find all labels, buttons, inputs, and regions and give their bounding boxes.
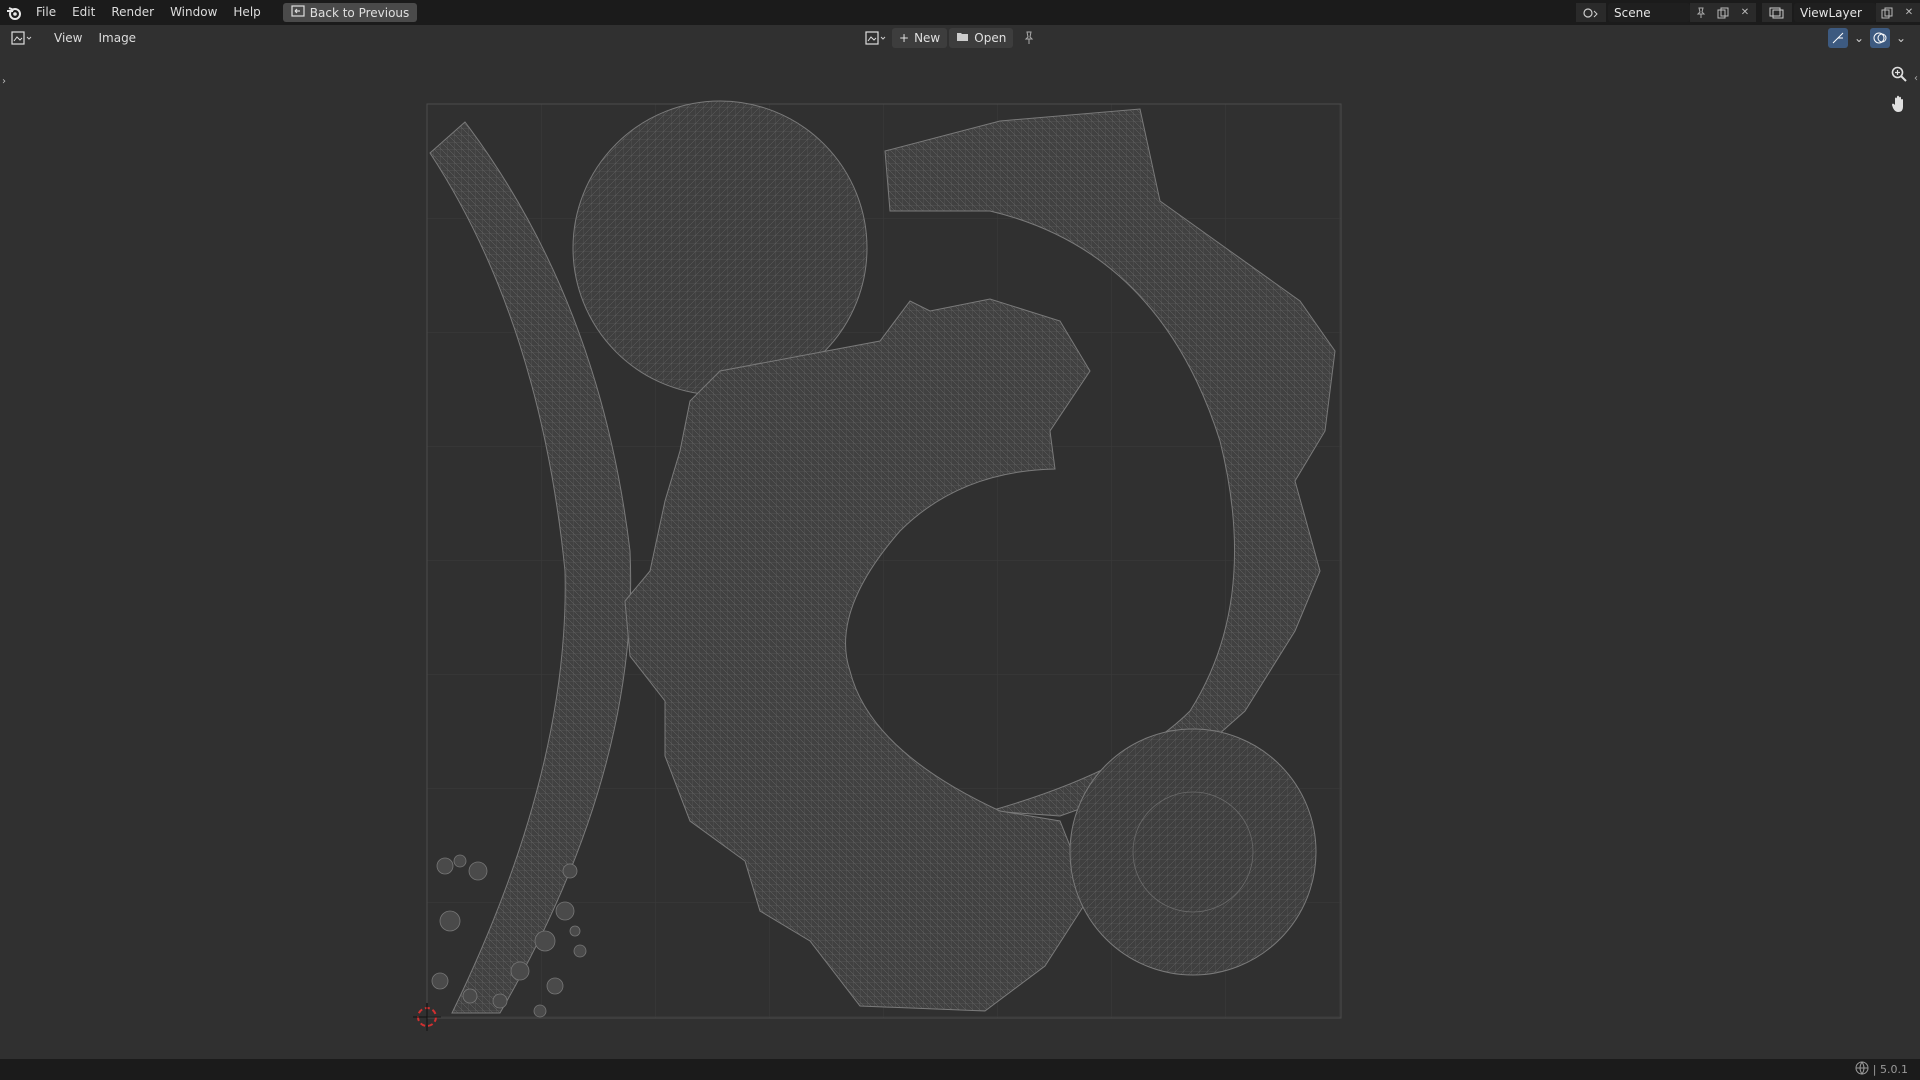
plus-icon: + [899, 31, 910, 45]
image-tools: + New Open [862, 28, 1043, 48]
blender-logo-icon[interactable] [0, 0, 28, 25]
editor-header: View Image + New Open ⌄ ⌄ [0, 25, 1920, 51]
image-browse-icon[interactable] [862, 28, 890, 48]
overlay-dropdown-icon[interactable]: ⌄ [1894, 28, 1908, 48]
menu-render[interactable]: Render [103, 0, 162, 25]
view-layer-close-icon[interactable]: ✕ [1898, 3, 1920, 22]
menu-help[interactable]: Help [225, 0, 268, 25]
view-layer-icon[interactable] [1762, 3, 1792, 22]
menu-edit[interactable]: Edit [64, 0, 103, 25]
uv-island-circle-top [572, 100, 868, 396]
menu-image[interactable]: Image [90, 31, 144, 45]
open-label: Open [974, 31, 1007, 45]
view-layer-field[interactable]: ViewLayer [1794, 3, 1876, 22]
uv-canvas[interactable]: › [0, 51, 1920, 1059]
scene-name-field[interactable]: Scene [1608, 3, 1690, 22]
uv-island-circle-bottom [1069, 728, 1317, 976]
menu-window[interactable]: Window [162, 0, 225, 25]
new-image-button[interactable]: + New [892, 28, 948, 48]
menu-view[interactable]: View [46, 31, 90, 45]
image-editor-icon[interactable] [8, 28, 36, 48]
image-pin-icon[interactable] [1015, 28, 1043, 48]
pin-icon[interactable] [1690, 3, 1712, 22]
close-icon[interactable]: ✕ [1734, 3, 1756, 22]
top-bar: File Edit Render Window Help Back to Pre… [0, 0, 1920, 25]
gizmo-dropdown-icon[interactable]: ⌄ [1852, 28, 1866, 48]
sidebar-right-toggle-icon[interactable]: ‹ [1914, 73, 1918, 84]
back-icon [291, 5, 305, 20]
zoom-icon[interactable] [1888, 63, 1910, 85]
uv-viewport[interactable]: › ‹ [0, 51, 1920, 1059]
back-to-previous-label: Back to Previous [309, 5, 410, 20]
back-to-previous-button[interactable]: Back to Previous [282, 3, 418, 22]
folder-icon [956, 31, 969, 45]
hand-icon[interactable] [1888, 93, 1910, 115]
overlay-icon[interactable] [1870, 28, 1890, 48]
top-right-controls: Scene ✕ ViewLayer ✕ [1576, 0, 1920, 25]
menu-file[interactable]: File [28, 0, 64, 25]
viewport-toggles: ⌄ ⌄ [1828, 28, 1908, 48]
status-bar: | 5.0.1 [0, 1059, 1920, 1080]
version-label: | 5.0.1 [1872, 1063, 1908, 1076]
sidebar-toggle-icon[interactable]: › [2, 76, 6, 87]
copy-icon[interactable] [1712, 3, 1734, 22]
gizmo-icon[interactable] [1828, 28, 1848, 48]
network-icon [1855, 1061, 1869, 1078]
scene-icon[interactable] [1576, 3, 1606, 22]
new-label: New [914, 31, 941, 45]
open-image-button[interactable]: Open [949, 28, 1014, 48]
view-layer-copy-icon[interactable] [1876, 3, 1898, 22]
